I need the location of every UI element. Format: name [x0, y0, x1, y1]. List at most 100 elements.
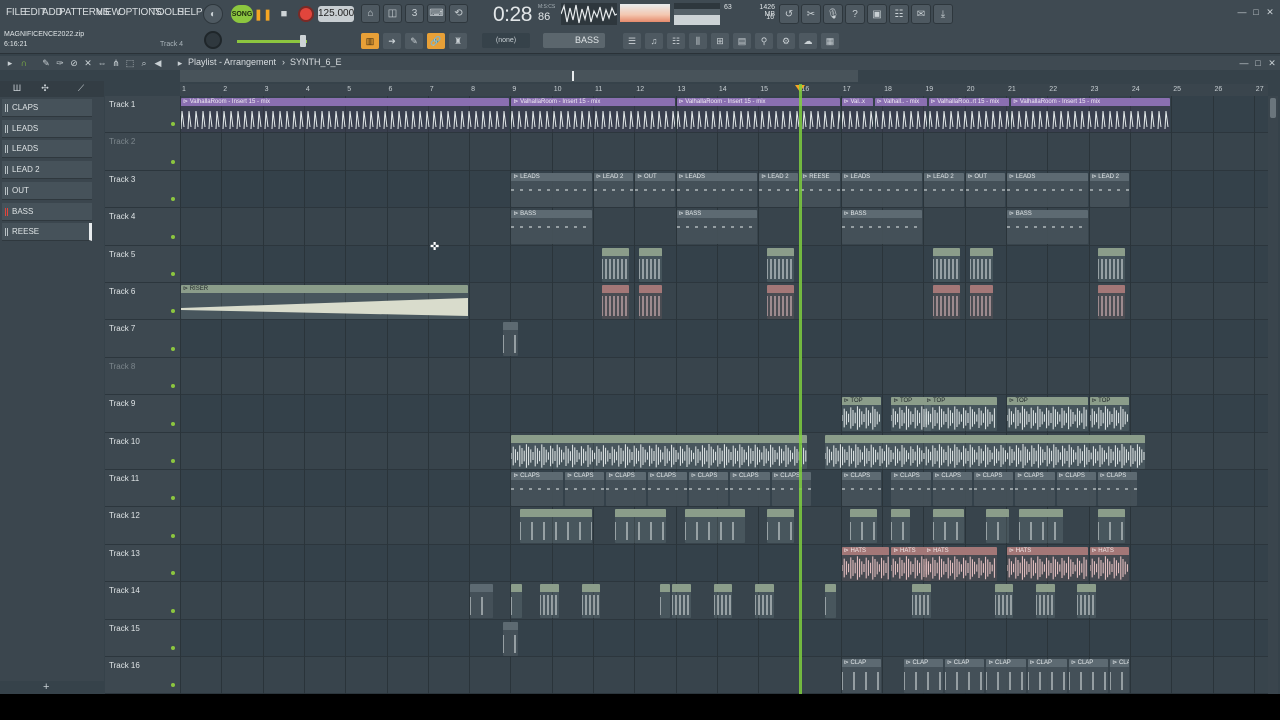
clip[interactable]: ⊳ OUT: [635, 172, 675, 207]
clip[interactable]: ⊳ OUT: [965, 172, 1005, 207]
pattern-item[interactable]: OUT: [2, 181, 92, 200]
clip[interactable]: [932, 285, 960, 319]
minimize-icon[interactable]: —: [1236, 6, 1248, 18]
clip[interactable]: [511, 434, 807, 469]
clip[interactable]: [503, 322, 518, 357]
pattern-item[interactable]: REESE: [2, 223, 92, 242]
link-icon[interactable]: 🔗: [427, 33, 445, 49]
clip[interactable]: [891, 509, 910, 544]
clip[interactable]: [767, 285, 795, 319]
scroll-thumb[interactable]: [1270, 98, 1276, 118]
track-header[interactable]: Track 14: [105, 582, 180, 620]
clip[interactable]: ⊳ LEADS: [841, 172, 923, 207]
picker-patterns-icon[interactable]: Ш: [10, 83, 24, 95]
mixer-view-icon[interactable]: ⫼: [689, 33, 707, 49]
clip[interactable]: ⊳ Valhall.. - mix: [874, 98, 927, 132]
clip[interactable]: ⊳ LEAD 2: [759, 172, 799, 207]
clip[interactable]: ⊳ ValhallaRoom - Insert 15 - mix: [1011, 98, 1171, 132]
clip[interactable]: [519, 509, 592, 544]
track-mute-led[interactable]: [171, 496, 175, 501]
track-lane[interactable]: [180, 320, 1268, 358]
undo-icon[interactable]: ↺: [779, 4, 799, 24]
clip[interactable]: [1035, 584, 1055, 619]
tools-icon[interactable]: ⚙: [777, 33, 795, 49]
slip-tool-icon[interactable]: ⇔: [96, 57, 108, 69]
track-header[interactable]: Track 11: [105, 470, 180, 508]
track-mute-led[interactable]: [171, 309, 175, 314]
stop-button[interactable]: ■: [276, 5, 292, 23]
track-mute-led[interactable]: [171, 571, 175, 576]
clip[interactable]: [660, 584, 671, 619]
playlist-arrow-icon[interactable]: ▸: [174, 57, 186, 69]
record-button[interactable]: [298, 6, 314, 22]
clip[interactable]: [639, 247, 663, 282]
download-icon[interactable]: ⤓: [933, 4, 953, 24]
clip[interactable]: [767, 509, 795, 544]
playlist-menu-icon[interactable]: ▸: [4, 57, 16, 69]
track-mute-led[interactable]: [171, 346, 175, 351]
clip[interactable]: [994, 584, 1014, 619]
clip[interactable]: ⊳ LEAD 2: [594, 172, 634, 207]
picker-automation-icon[interactable]: ⟋: [74, 83, 88, 95]
clip[interactable]: [1097, 285, 1125, 319]
clip[interactable]: ⊳ CLAPS: [1056, 472, 1096, 506]
clip[interactable]: ⊳ HATS: [924, 546, 997, 581]
clip[interactable]: ⊳ CLAP: [1110, 659, 1129, 693]
maximize-icon[interactable]: □: [1250, 6, 1262, 18]
mic-icon[interactable]: 🎙: [823, 4, 843, 24]
picker-clips-icon[interactable]: ✣: [38, 83, 52, 95]
track-mute-led[interactable]: [171, 683, 175, 688]
playback-tool-icon[interactable]: ◀: [152, 57, 164, 69]
clip[interactable]: ⊳ HATS: [841, 546, 890, 581]
playlist-icon[interactable]: ☰: [623, 33, 641, 49]
clip[interactable]: ⊳ CLAPS: [841, 472, 882, 506]
pencil-icon[interactable]: ✎: [405, 33, 423, 49]
add-pattern-icon[interactable]: +: [43, 681, 49, 693]
clip[interactable]: ⊳ ValhallaRoom - Insert 15 - mix: [511, 98, 675, 132]
select-tool-icon[interactable]: ⬚: [124, 57, 136, 69]
clip[interactable]: ⊳ CLAPS: [688, 472, 729, 506]
stamp-icon[interactable]: ♜: [449, 33, 467, 49]
master-volume-handle[interactable]: [300, 35, 306, 47]
clip[interactable]: ⊳ TOP: [1089, 397, 1129, 432]
track-lane[interactable]: [180, 620, 1268, 657]
clip[interactable]: [602, 247, 630, 282]
clip[interactable]: ⊳ CLAPS: [973, 472, 1014, 506]
clip[interactable]: [932, 509, 964, 544]
clip[interactable]: ⊳ CLAPS: [1015, 472, 1055, 506]
track-header[interactable]: Track 12: [105, 507, 180, 545]
clip[interactable]: [825, 584, 836, 619]
clip[interactable]: ⊳ BASS: [1007, 210, 1088, 245]
clip[interactable]: [755, 584, 774, 619]
clip[interactable]: [470, 584, 493, 619]
clip[interactable]: [850, 509, 877, 544]
track-header[interactable]: Track 8: [105, 358, 180, 396]
vertical-scrollbar[interactable]: [1268, 96, 1278, 694]
master-volume-slider[interactable]: [237, 40, 307, 43]
clip[interactable]: [684, 509, 745, 544]
clip[interactable]: ⊳ LEADS: [1007, 172, 1088, 207]
clip[interactable]: ⊳ CLAPS: [932, 472, 972, 506]
pat-song-knob-icon[interactable]: ◐: [203, 4, 223, 24]
clip[interactable]: [1097, 247, 1125, 282]
track-lane[interactable]: [180, 133, 1268, 171]
track-header[interactable]: Track 3: [105, 171, 180, 209]
clip[interactable]: [540, 584, 559, 619]
clip[interactable]: [672, 584, 692, 619]
clip[interactable]: [932, 247, 960, 282]
track-header[interactable]: Track 9: [105, 395, 180, 433]
clip[interactable]: [511, 584, 522, 619]
time-ruler[interactable]: 1 2 3 4 5 6 7 8 9 10 11 12 13 14 15 16 17 18 19 20 21 22 23 24 2…: [180, 84, 1268, 96]
clip[interactable]: [1077, 584, 1096, 619]
pause-button[interactable]: ❚❚: [254, 5, 272, 23]
master-pitch-knob[interactable]: [204, 31, 222, 49]
browser-icon[interactable]: ▤: [733, 33, 751, 49]
clip[interactable]: [969, 285, 993, 319]
clip[interactable]: ⊳ ValhallaRoo..rt 15 - mix: [928, 98, 1010, 132]
clip[interactable]: [639, 285, 663, 319]
track-header[interactable]: Track 7: [105, 320, 180, 358]
countdown-icon[interactable]: 3: [405, 4, 424, 23]
piano-roll-tool-icon[interactable]: ▥: [361, 33, 379, 49]
clip[interactable]: ⊳ CLAPS: [730, 472, 770, 506]
channel-rack-icon[interactable]: ☷: [667, 33, 685, 49]
